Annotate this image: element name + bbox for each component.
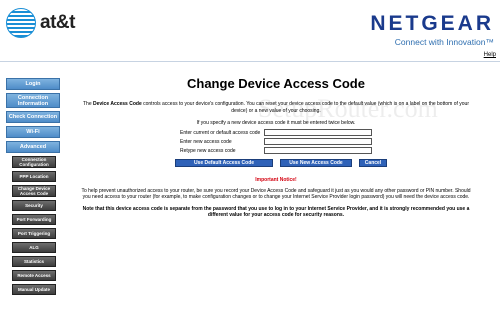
sidebar-item-advanced[interactable]: Advanced bbox=[6, 141, 60, 153]
intro-rest: controls access to your device's configu… bbox=[141, 101, 469, 114]
submenu-connection-configuration[interactable]: Connection Configuration bbox=[12, 156, 56, 168]
access-code-form: Enter current or default access code Ent… bbox=[180, 128, 380, 155]
submenu-change-device-access-code[interactable]: Change Device Access Code bbox=[12, 185, 56, 197]
submenu-port-forwarding[interactable]: Port Forwarding bbox=[12, 214, 56, 225]
submenu-ppp-location[interactable]: PPP Location bbox=[12, 171, 56, 182]
sidebar-item-connection-information[interactable]: Connection Information bbox=[6, 93, 60, 108]
main-content: Change Device Access Code The Device Acc… bbox=[76, 76, 476, 218]
retype-code-row: Retype new access code bbox=[180, 146, 380, 155]
use-default-code-button[interactable]: Use Default Access Code bbox=[175, 159, 273, 167]
important-notice-heading: Important Notice! bbox=[255, 177, 297, 183]
submenu-manual-update[interactable]: Manual Update bbox=[12, 284, 56, 295]
new-code-label: Enter new access code bbox=[180, 138, 232, 145]
retype-code-input[interactable] bbox=[264, 147, 372, 154]
retype-code-label: Retype new access code bbox=[180, 147, 236, 154]
netgear-logo: NETGEAR Connect with Innovation™ bbox=[370, 12, 494, 47]
submenu-security[interactable]: Security bbox=[12, 200, 56, 211]
sidebar-item-check-connection[interactable]: Check Connection bbox=[6, 111, 60, 123]
submenu-alg[interactable]: ALG bbox=[12, 242, 56, 253]
netgear-tagline: Connect with Innovation™ bbox=[394, 37, 494, 47]
header-divider bbox=[0, 61, 500, 62]
current-code-input[interactable] bbox=[264, 129, 372, 136]
sidebar-item-login[interactable]: Login bbox=[6, 78, 60, 90]
submenu-remote-access[interactable]: Remote Access bbox=[12, 270, 56, 281]
action-buttons: Use Default Access Code Use New Access C… bbox=[86, 159, 476, 167]
att-logo: at&t bbox=[6, 8, 75, 38]
submenu-port-triggering[interactable]: Port Triggering bbox=[12, 228, 56, 239]
use-new-code-button[interactable]: Use New Access Code bbox=[280, 159, 352, 167]
intro-prefix: The bbox=[82, 101, 93, 107]
att-logo-text: at&t bbox=[40, 12, 75, 33]
help-link[interactable]: Help bbox=[484, 52, 496, 58]
sidebar-nav: Login Connection Information Check Conne… bbox=[6, 78, 62, 298]
intro-bold: Device Access Code bbox=[93, 101, 142, 107]
instruction-text: If you specify a new device access code … bbox=[196, 120, 356, 126]
intro-text: The Device Access Code controls access t… bbox=[76, 101, 476, 114]
netgear-brand: NETGEAR bbox=[370, 12, 494, 35]
new-code-row: Enter new access code bbox=[180, 137, 380, 146]
cancel-button[interactable]: Cancel bbox=[359, 159, 387, 167]
att-globe-icon bbox=[6, 8, 36, 38]
new-code-input[interactable] bbox=[264, 138, 372, 145]
submenu-statistics[interactable]: Statistics bbox=[12, 256, 56, 267]
sidebar-item-wifi[interactable]: Wi-Fi bbox=[6, 126, 60, 138]
advanced-submenu: Connection Configuration PPP Location Ch… bbox=[12, 156, 62, 295]
security-warning: Note that this device access code is sep… bbox=[82, 206, 470, 218]
notice-paragraph: To help prevent unauthorized access to y… bbox=[81, 188, 471, 200]
page-title: Change Device Access Code bbox=[187, 76, 365, 91]
current-code-label: Enter current or default access code bbox=[180, 129, 261, 136]
current-code-row: Enter current or default access code bbox=[180, 128, 380, 137]
